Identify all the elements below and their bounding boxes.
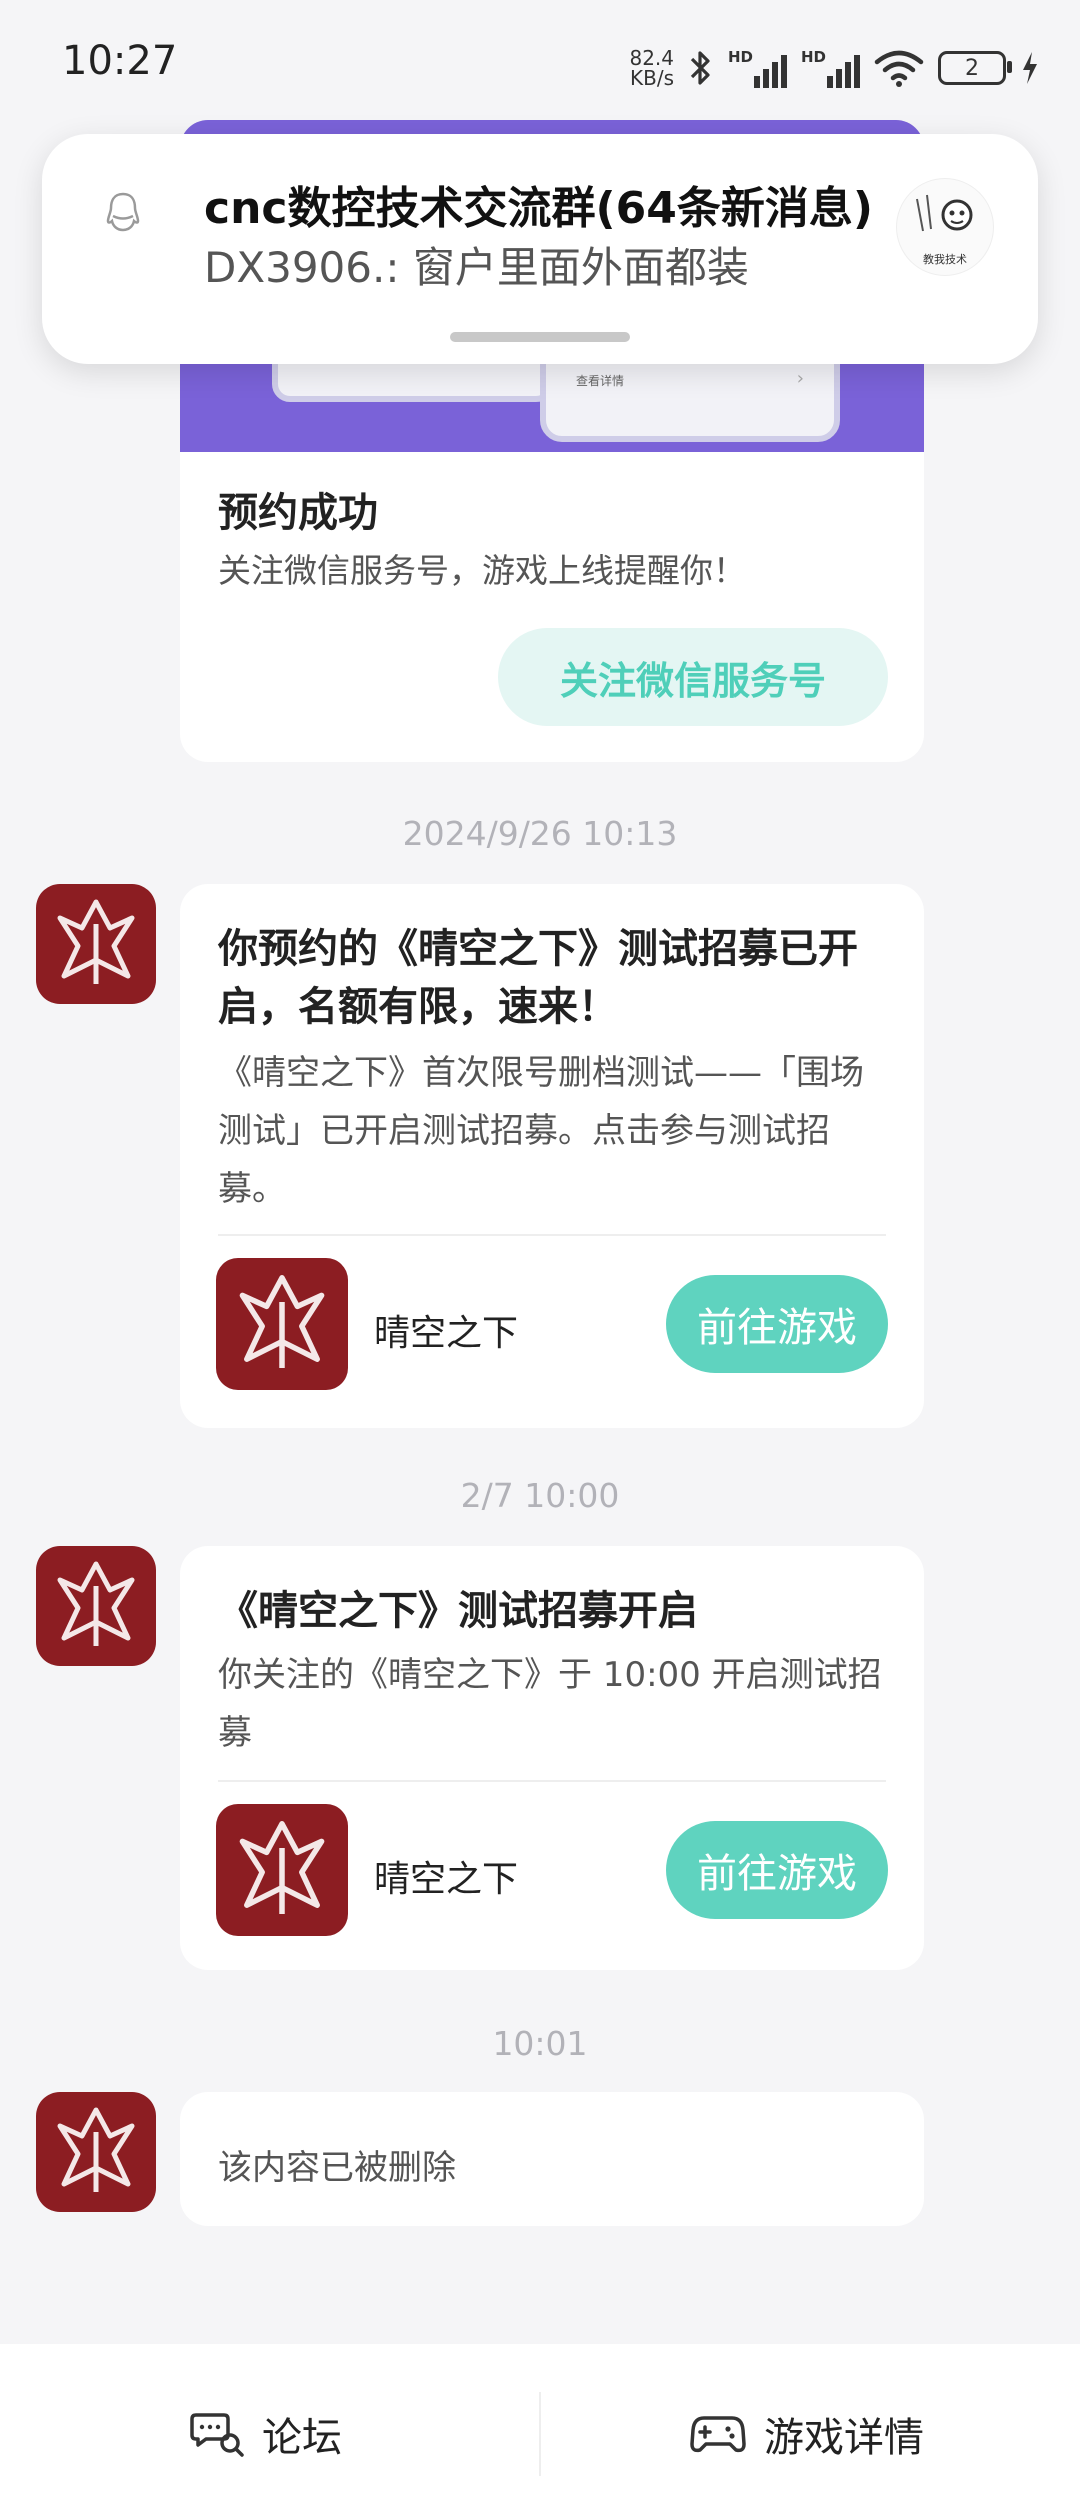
battery-icon: 2 <box>938 51 1012 85</box>
notification-drag-handle[interactable] <box>450 332 630 342</box>
message-card[interactable]: 《晴空之下》测试招募开启 你关注的《晴空之下》于 10:00 开启测试招募 晴空… <box>180 1546 924 1970</box>
divider <box>218 1780 886 1782</box>
status-time: 10:27 <box>62 38 178 84</box>
message-timestamp: 2024/9/26 10:13 <box>402 814 678 853</box>
bottom-bar: 论坛 游戏详情 <box>0 2344 1080 2520</box>
forum-icon <box>190 2413 244 2457</box>
divider <box>218 1234 886 1236</box>
notification-banner[interactable]: cnc数控技术交流群(64条新消息) DX3906.: 窗户里面外面都装 教我技… <box>42 134 1038 364</box>
card-title: 预约成功 <box>218 490 378 536</box>
message-card[interactable]: 该内容已被删除 <box>180 2092 924 2226</box>
game-detail-tab[interactable]: 游戏详情 <box>690 2384 924 2484</box>
bottom-divider <box>539 2392 541 2476</box>
game-icon[interactable] <box>216 1258 348 1390</box>
message-text: 《晴空之下》首次限号删档测试——「围场测试」已开启测试招募。点击参与测试招募。 <box>218 1053 864 1209</box>
game-name: 晴空之下 <box>374 1859 519 1900</box>
banner-detail-text: 查看详情 <box>576 374 625 388</box>
notification-body: DX3906.: 窗户里面外面都装 <box>204 243 749 292</box>
message-text: 你关注的《晴空之下》于 10:00 开启测试招募 <box>218 1655 882 1753</box>
go-to-game-button[interactable]: 前往游戏 <box>666 1275 888 1373</box>
wifi-icon <box>874 50 924 87</box>
forum-label: 论坛 <box>262 2415 342 2461</box>
go-to-game-button[interactable]: 前往游戏 <box>666 1821 888 1919</box>
message-card[interactable]: 你预约的《晴空之下》测试招募已开启，名额有限，速来！ 《晴空之下》首次限号删档测… <box>180 884 924 1428</box>
notification-title: cnc数控技术交流群(64条新消息) <box>204 183 873 234</box>
group-avatar: 教我技术 <box>896 178 994 276</box>
gamepad-icon <box>690 2416 746 2453</box>
game-avatar[interactable] <box>36 1546 156 1666</box>
status-icons: 82.4 KB/s HD HD 2 <box>629 40 1040 96</box>
chevron-right-icon: › <box>796 368 804 389</box>
game-name: 晴空之下 <box>374 1313 519 1354</box>
deleted-message-text: 该内容已被删除 <box>218 2148 456 2188</box>
status-bar: 10:27 82.4 KB/s HD HD 2 <box>0 0 1080 130</box>
qq-icon <box>106 192 140 232</box>
message-timestamp: 10:01 <box>492 2024 588 2063</box>
signal-icon: HD <box>728 48 787 88</box>
message-timestamp: 2/7 10:00 <box>460 1476 620 1515</box>
game-avatar[interactable] <box>36 2092 156 2212</box>
card-description: 关注微信服务号，游戏上线提醒你！ <box>218 551 746 590</box>
game-avatar[interactable] <box>36 884 156 1004</box>
game-detail-label: 游戏详情 <box>764 2415 924 2461</box>
charging-icon <box>1023 52 1037 84</box>
signal-icon-2: HD <box>801 48 860 88</box>
game-icon[interactable] <box>216 1804 348 1936</box>
message-title: 《晴空之下》测试招募开启 <box>218 1588 698 1634</box>
follow-wechat-button[interactable]: 关注微信服务号 <box>498 628 888 726</box>
bluetooth-icon <box>690 51 710 85</box>
svg-text:教我技术: 教我技术 <box>923 253 967 266</box>
message-title: 你预约的《晴空之下》测试招募已开启，名额有限，速来！ <box>218 926 858 1030</box>
net-speed: 82.4 KB/s <box>629 46 674 90</box>
forum-tab[interactable]: 论坛 <box>190 2384 342 2484</box>
